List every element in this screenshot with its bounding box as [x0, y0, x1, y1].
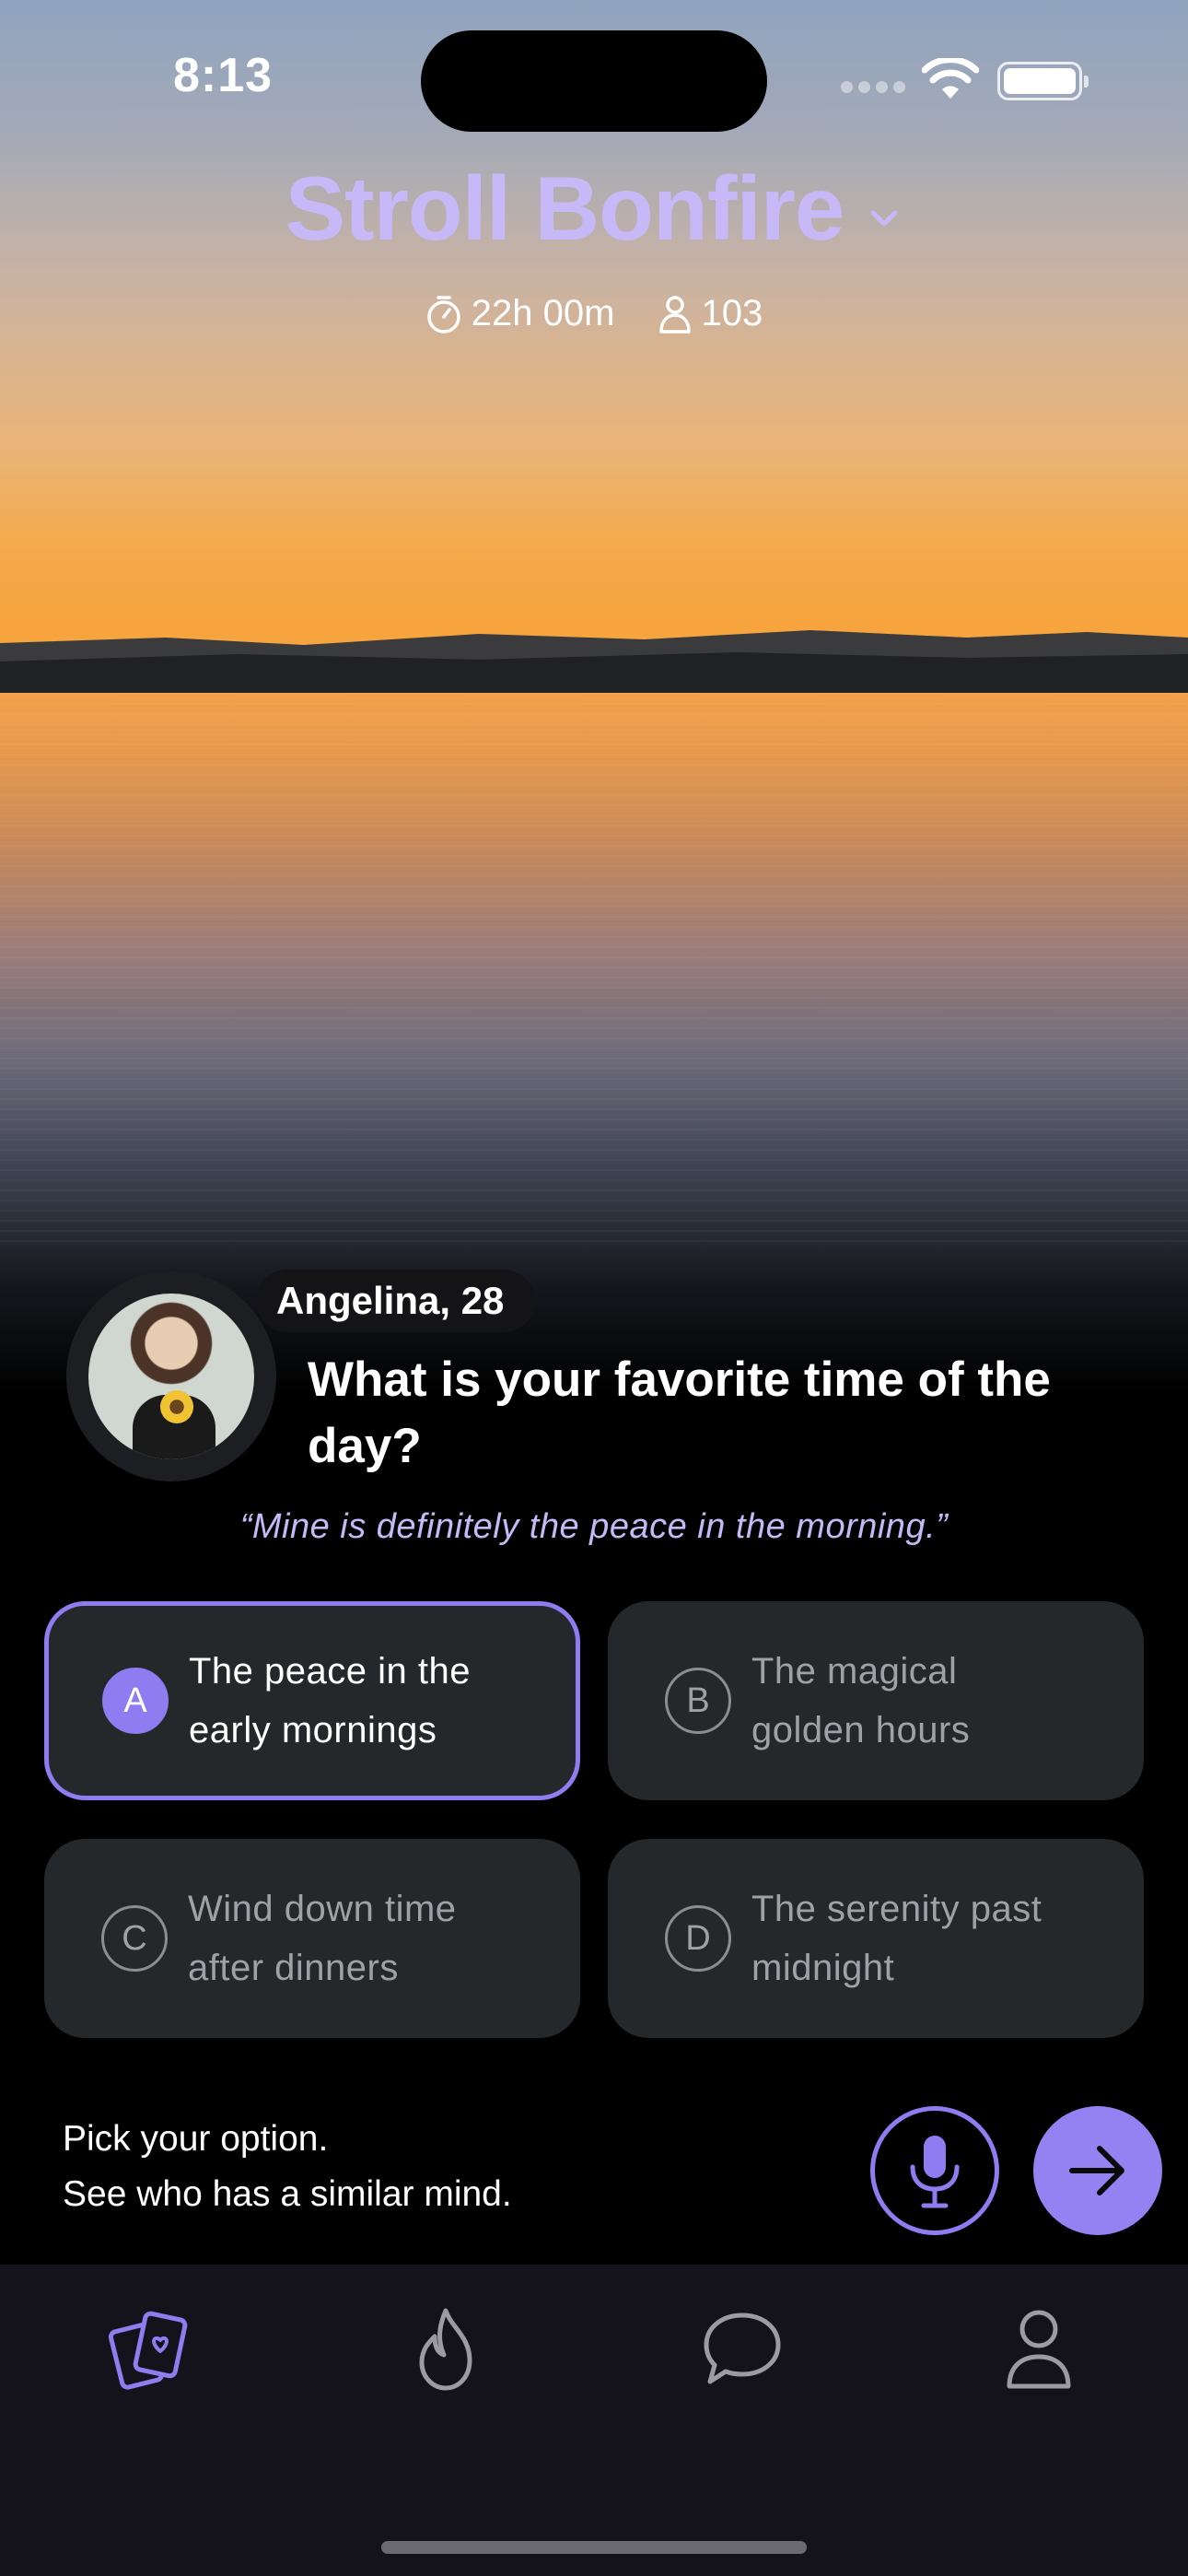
status-time: 8:13 [173, 49, 274, 102]
person-icon [659, 295, 692, 334]
wifi-icon [922, 58, 979, 99]
room-selector[interactable]: Stroll Bonfire [0, 157, 1188, 261]
option-b[interactable]: B The magical golden hours [608, 1601, 1144, 1800]
participants-info: 103 [658, 293, 763, 334]
hint-text: Pick your option. See who has a similar … [63, 2112, 512, 2222]
question-text: What is your favorite time of the day? [308, 1352, 1051, 1473]
home-indicator [381, 2541, 807, 2554]
submit-button[interactable] [1033, 2106, 1162, 2235]
battery-icon [997, 62, 1089, 100]
voice-record-button[interactable] [870, 2106, 999, 2235]
dynamic-island [421, 30, 767, 132]
option-text: Wind down time after dinners [188, 1889, 457, 1988]
flame-icon [419, 2308, 472, 2391]
tab-cards[interactable] [103, 2303, 195, 2395]
option-letter: D [665, 1905, 731, 1972]
option-d[interactable]: D The serenity past midnight [608, 1839, 1144, 2038]
option-letter: C [101, 1905, 168, 1972]
option-c[interactable]: C Wind down time after dinners [44, 1839, 580, 2038]
tab-chats[interactable] [696, 2303, 788, 2395]
background-hills [0, 630, 1188, 700]
microphone-icon [910, 2136, 960, 2208]
option-letter: A [102, 1668, 169, 1734]
user-name-badge: Angelina, 28 [256, 1270, 536, 1332]
avatar[interactable] [88, 1294, 254, 1459]
tab-profile[interactable] [993, 2303, 1085, 2395]
stopwatch-icon [427, 295, 460, 334]
tab-bonfire[interactable] [400, 2303, 492, 2395]
participants-count: 103 [701, 293, 763, 334]
room-title: Stroll Bonfire [285, 158, 845, 259]
room-meta: 22h 00m 103 [0, 293, 1188, 334]
hint-line-2: See who has a similar mind. [63, 2174, 512, 2214]
chat-icon [704, 2313, 781, 2384]
cellular-signal-icon [841, 81, 905, 94]
timer-info: 22h 00m [425, 293, 615, 334]
option-a[interactable]: A The peace in the early mornings [44, 1601, 580, 1800]
option-text: The magical golden hours [751, 1651, 971, 1751]
answer-quote: “Mine is definitely the peace in the mor… [239, 1507, 949, 1546]
profile-icon [1007, 2310, 1071, 2389]
chevron-down-icon [870, 210, 898, 226]
option-text: The peace in the early mornings [189, 1651, 471, 1751]
option-letter: B [665, 1668, 731, 1734]
cards-icon [108, 2311, 188, 2390]
arrow-right-icon [1069, 2146, 1124, 2195]
hint-line-1: Pick your option. [63, 2119, 329, 2159]
water-ripples [0, 693, 1188, 1246]
option-text: The serenity past midnight [751, 1889, 1042, 1988]
timer-value: 22h 00m [471, 293, 615, 334]
